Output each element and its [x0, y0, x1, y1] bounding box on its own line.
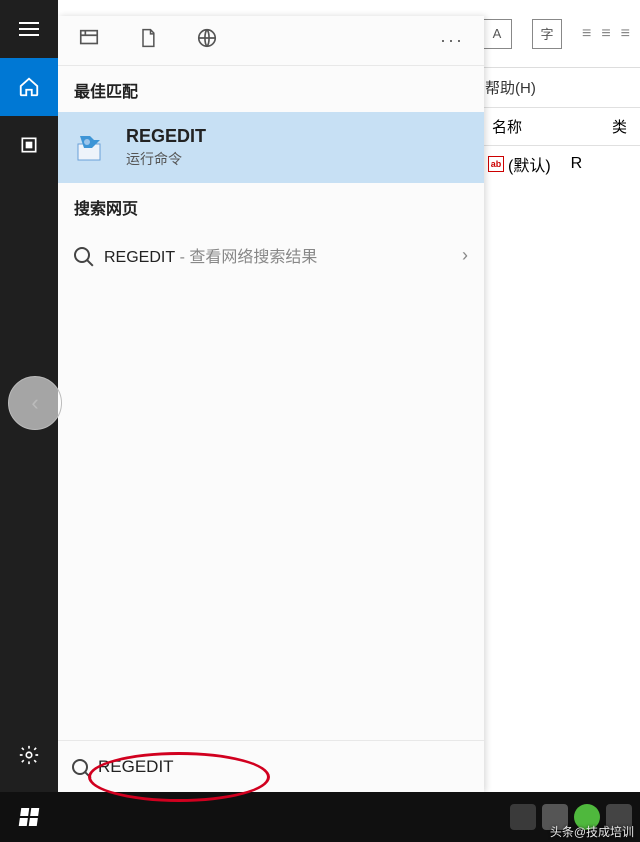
best-match-title: REGEDIT — [126, 126, 206, 147]
scope-all-icon[interactable] — [78, 27, 100, 54]
nav-back-circle[interactable]: ‹ — [8, 376, 62, 430]
web-result-name: REGEDIT — [104, 249, 175, 266]
run-command-icon — [74, 130, 110, 166]
task-icon-1[interactable] — [510, 804, 536, 830]
menu-help[interactable]: 帮助(H) — [485, 77, 536, 98]
web-search-header: 搜索网页 — [58, 183, 484, 229]
gear-icon — [18, 744, 40, 766]
col-type[interactable]: 类 — [602, 108, 637, 145]
value-type: R — [561, 146, 593, 182]
search-panel: ··· 最佳匹配 REGEDIT 运行命令 搜索网页 REGEDIT - 查看网… — [58, 16, 484, 792]
font-a-icon: A — [482, 19, 512, 49]
scope-web-icon[interactable] — [196, 27, 218, 54]
scope-more-button[interactable]: ··· — [440, 30, 464, 51]
hamburger-button[interactable] — [0, 0, 58, 58]
col-name[interactable]: 名称 — [482, 108, 602, 145]
taskbar — [0, 792, 640, 842]
chevron-right-icon: › — [462, 245, 468, 266]
collections-button[interactable] — [0, 116, 58, 174]
font-zi-icon: 字 — [532, 19, 562, 49]
align-icons: ≡≡≡ — [582, 25, 630, 43]
settings-button[interactable] — [0, 726, 58, 784]
scope-docs-icon[interactable] — [138, 26, 158, 55]
start-button[interactable] — [0, 792, 58, 842]
best-match-subtitle: 运行命令 — [126, 149, 206, 169]
registry-value-row[interactable]: ab (默认) — [478, 146, 561, 182]
web-result[interactable]: REGEDIT - 查看网络搜索结果 › — [58, 229, 484, 281]
best-match-result[interactable]: REGEDIT 运行命令 — [58, 112, 484, 183]
search-input-row[interactable] — [58, 740, 484, 792]
web-result-note: - 查看网络搜索结果 — [175, 249, 317, 266]
watermark-text: 头条@技成培训 — [550, 823, 634, 840]
windows-logo-icon — [19, 808, 40, 826]
scope-bar: ··· — [58, 16, 484, 66]
string-value-icon: ab — [488, 156, 504, 172]
search-icon — [74, 247, 90, 263]
best-match-header: 最佳匹配 — [58, 66, 484, 112]
collection-icon — [19, 135, 39, 155]
search-input[interactable] — [98, 757, 470, 777]
home-button[interactable] — [0, 58, 58, 116]
value-name: (默认) — [508, 152, 551, 176]
search-icon — [72, 759, 88, 775]
home-icon — [18, 76, 40, 98]
